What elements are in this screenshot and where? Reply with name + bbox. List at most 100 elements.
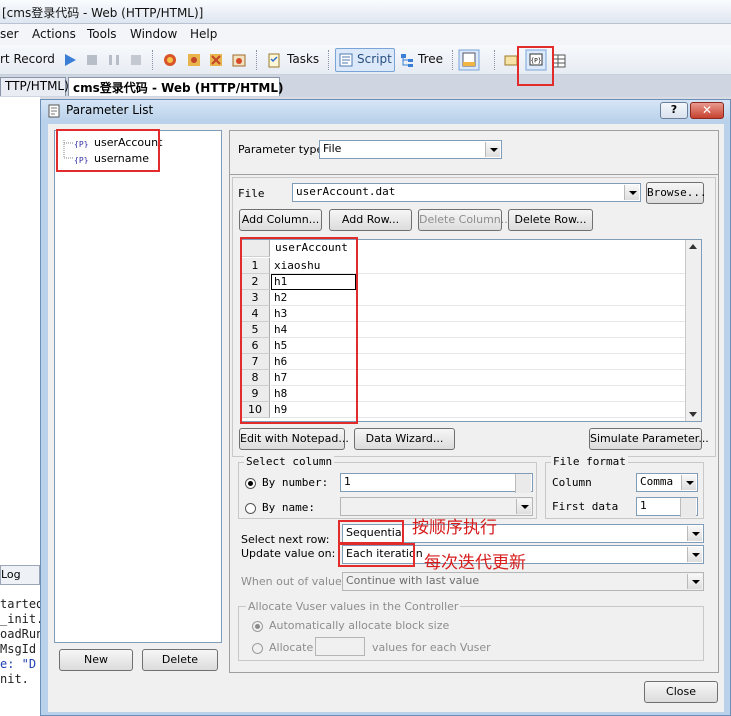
pause-icon[interactable] xyxy=(106,52,122,68)
grid-cell[interactable]: h4 xyxy=(271,322,685,338)
grid-cell[interactable]: h3 xyxy=(271,306,685,322)
grid-row-number[interactable]: 10 xyxy=(241,402,270,418)
file-path-value: userAccount.dat xyxy=(296,185,396,198)
param-tool-icon[interactable] xyxy=(503,52,519,68)
radio-selected xyxy=(252,620,263,632)
tree-connector xyxy=(63,140,73,159)
chevron-down-icon xyxy=(687,547,702,562)
grid-cell[interactable]: h5 xyxy=(271,338,685,354)
first-data-label: First data xyxy=(552,500,619,513)
delete-button[interactable]: Delete xyxy=(142,649,218,671)
browse-button[interactable]: Browse... xyxy=(646,182,707,204)
auto-allocate-radio[interactable]: Automatically allocate block size xyxy=(252,619,449,632)
simulate-parameter-button[interactable]: Simulate Parameter... xyxy=(589,428,709,450)
parameter-tree xyxy=(54,130,222,643)
menu-tools[interactable]: Tools xyxy=(87,27,117,41)
delete-column-button[interactable]: Delete Column... xyxy=(418,209,511,231)
dialog-title: Parameter List xyxy=(66,103,154,117)
run-time-settings-icon[interactable] xyxy=(231,52,247,68)
grid-cell[interactable]: h8 xyxy=(271,386,685,402)
by-name-radio[interactable]: By name: xyxy=(245,501,315,514)
menu-window[interactable]: Window xyxy=(130,27,177,41)
tasks-icon[interactable] xyxy=(266,52,282,68)
grid-scrollbar[interactable] xyxy=(685,240,701,421)
grid-cell[interactable]: h2 xyxy=(271,290,685,306)
file-format-legend: File format xyxy=(551,455,628,468)
doc-tab-active[interactable]: cms登录代码 - Web (HTTP/HTML) xyxy=(68,77,283,96)
grid-cell[interactable]: xiaoshu xyxy=(271,258,685,274)
code-line: MsgId xyxy=(0,642,37,656)
log-tab[interactable]: Log xyxy=(0,565,40,585)
column-delimiter-select[interactable]: Comma xyxy=(636,473,698,492)
grid-cell[interactable]: h9 xyxy=(271,402,685,418)
by-number-radio[interactable]: By number: xyxy=(245,476,328,489)
add-column-button[interactable]: Add Column... xyxy=(239,209,322,231)
column-number-input[interactable]: 1 xyxy=(340,473,533,493)
grid-cell[interactable]: h7 xyxy=(271,370,685,386)
grid-row-number[interactable]: 6 xyxy=(241,338,270,354)
edit-with-notepad-button[interactable]: Edit with Notepad... xyxy=(239,428,349,450)
menu-actions[interactable]: Actions xyxy=(32,27,76,41)
grid-row-number[interactable]: 4 xyxy=(241,306,270,322)
radio-unselected xyxy=(252,642,263,654)
close-button[interactable]: Close xyxy=(644,681,718,703)
param-table-icon[interactable] xyxy=(551,53,567,69)
grid-row-number[interactable]: 9 xyxy=(241,386,270,402)
chevron-down-icon xyxy=(687,526,702,541)
file-path-select[interactable]: userAccount.dat xyxy=(292,183,641,202)
play-icon[interactable] xyxy=(62,52,78,68)
parameter-type-select[interactable]: File xyxy=(319,140,502,159)
spinner-icon[interactable] xyxy=(515,474,531,493)
parameter-list-icon[interactable]: {P} xyxy=(525,49,547,71)
grid-row-number[interactable]: 5 xyxy=(241,322,270,338)
select-next-row-select[interactable]: Sequential xyxy=(342,524,704,543)
tasks-button[interactable]: Tasks xyxy=(287,52,319,66)
out-of-values-select[interactable]: Continue with last value xyxy=(342,572,704,591)
grid-row-number[interactable]: 2 xyxy=(241,274,270,290)
add-row-button[interactable]: Add Row... xyxy=(329,209,412,231)
scroll-down-icon[interactable] xyxy=(689,412,697,417)
grid-cell[interactable]: h6 xyxy=(271,354,685,370)
tree-item-useraccount[interactable]: {P} userAccount xyxy=(74,136,162,149)
allocate-count-input[interactable] xyxy=(315,637,365,656)
scroll-up-icon[interactable] xyxy=(689,244,697,249)
parameter-type-value: File xyxy=(323,142,342,155)
grid-corner xyxy=(241,240,270,257)
dialog-close-icon[interactable]: ✕ xyxy=(690,102,724,119)
toolbar-separator xyxy=(328,50,329,70)
grid-cell[interactable]: h1 xyxy=(271,274,356,290)
new-button[interactable]: New xyxy=(59,649,133,671)
delete-row-button[interactable]: Delete Row... xyxy=(508,209,593,231)
script-icon xyxy=(339,53,353,67)
stop-icon[interactable] xyxy=(84,52,100,68)
menu-vuser[interactable]: ser xyxy=(0,27,19,41)
step-icon[interactable] xyxy=(128,52,144,68)
toggle-breakpoint-icon[interactable] xyxy=(186,52,202,68)
data-wizard-button[interactable]: Data Wizard... xyxy=(354,428,455,450)
doc-tab-1[interactable]: TTP/HTML) xyxy=(0,77,69,96)
grid-row-number[interactable]: 3 xyxy=(241,290,270,306)
tree-view-button[interactable]: Tree xyxy=(418,52,443,66)
sequential-note: 按顺序执行 xyxy=(412,518,497,538)
code-line: oadRun xyxy=(0,627,44,641)
select-column-legend: Select column xyxy=(244,455,335,468)
spinner-icon[interactable] xyxy=(680,498,696,517)
tree-icon[interactable] xyxy=(399,52,415,68)
output-window-icon[interactable] xyxy=(458,49,480,71)
tree-item-username[interactable]: {P} username xyxy=(74,152,149,165)
breakpoint-icon[interactable] xyxy=(162,52,178,68)
toolbar-separator xyxy=(494,50,495,70)
dialog-app-icon xyxy=(48,104,60,118)
grid-row-number[interactable]: 7 xyxy=(241,354,270,370)
help-button[interactable]: ? xyxy=(660,102,688,119)
allocate-radio[interactable]: Allocate xyxy=(252,641,313,654)
grid-row-number[interactable]: 8 xyxy=(241,370,270,386)
start-record-button[interactable]: rt Record xyxy=(0,52,55,66)
grid-column-header[interactable]: userAccount xyxy=(271,240,357,257)
clear-breakpoints-icon[interactable] xyxy=(208,52,224,68)
parameter-icon: {P} xyxy=(74,156,88,164)
chevron-down-icon xyxy=(624,185,639,200)
menu-help[interactable]: Help xyxy=(190,27,217,41)
first-data-input[interactable]: 1 xyxy=(636,497,698,517)
grid-row-number[interactable]: 1 xyxy=(241,258,270,274)
